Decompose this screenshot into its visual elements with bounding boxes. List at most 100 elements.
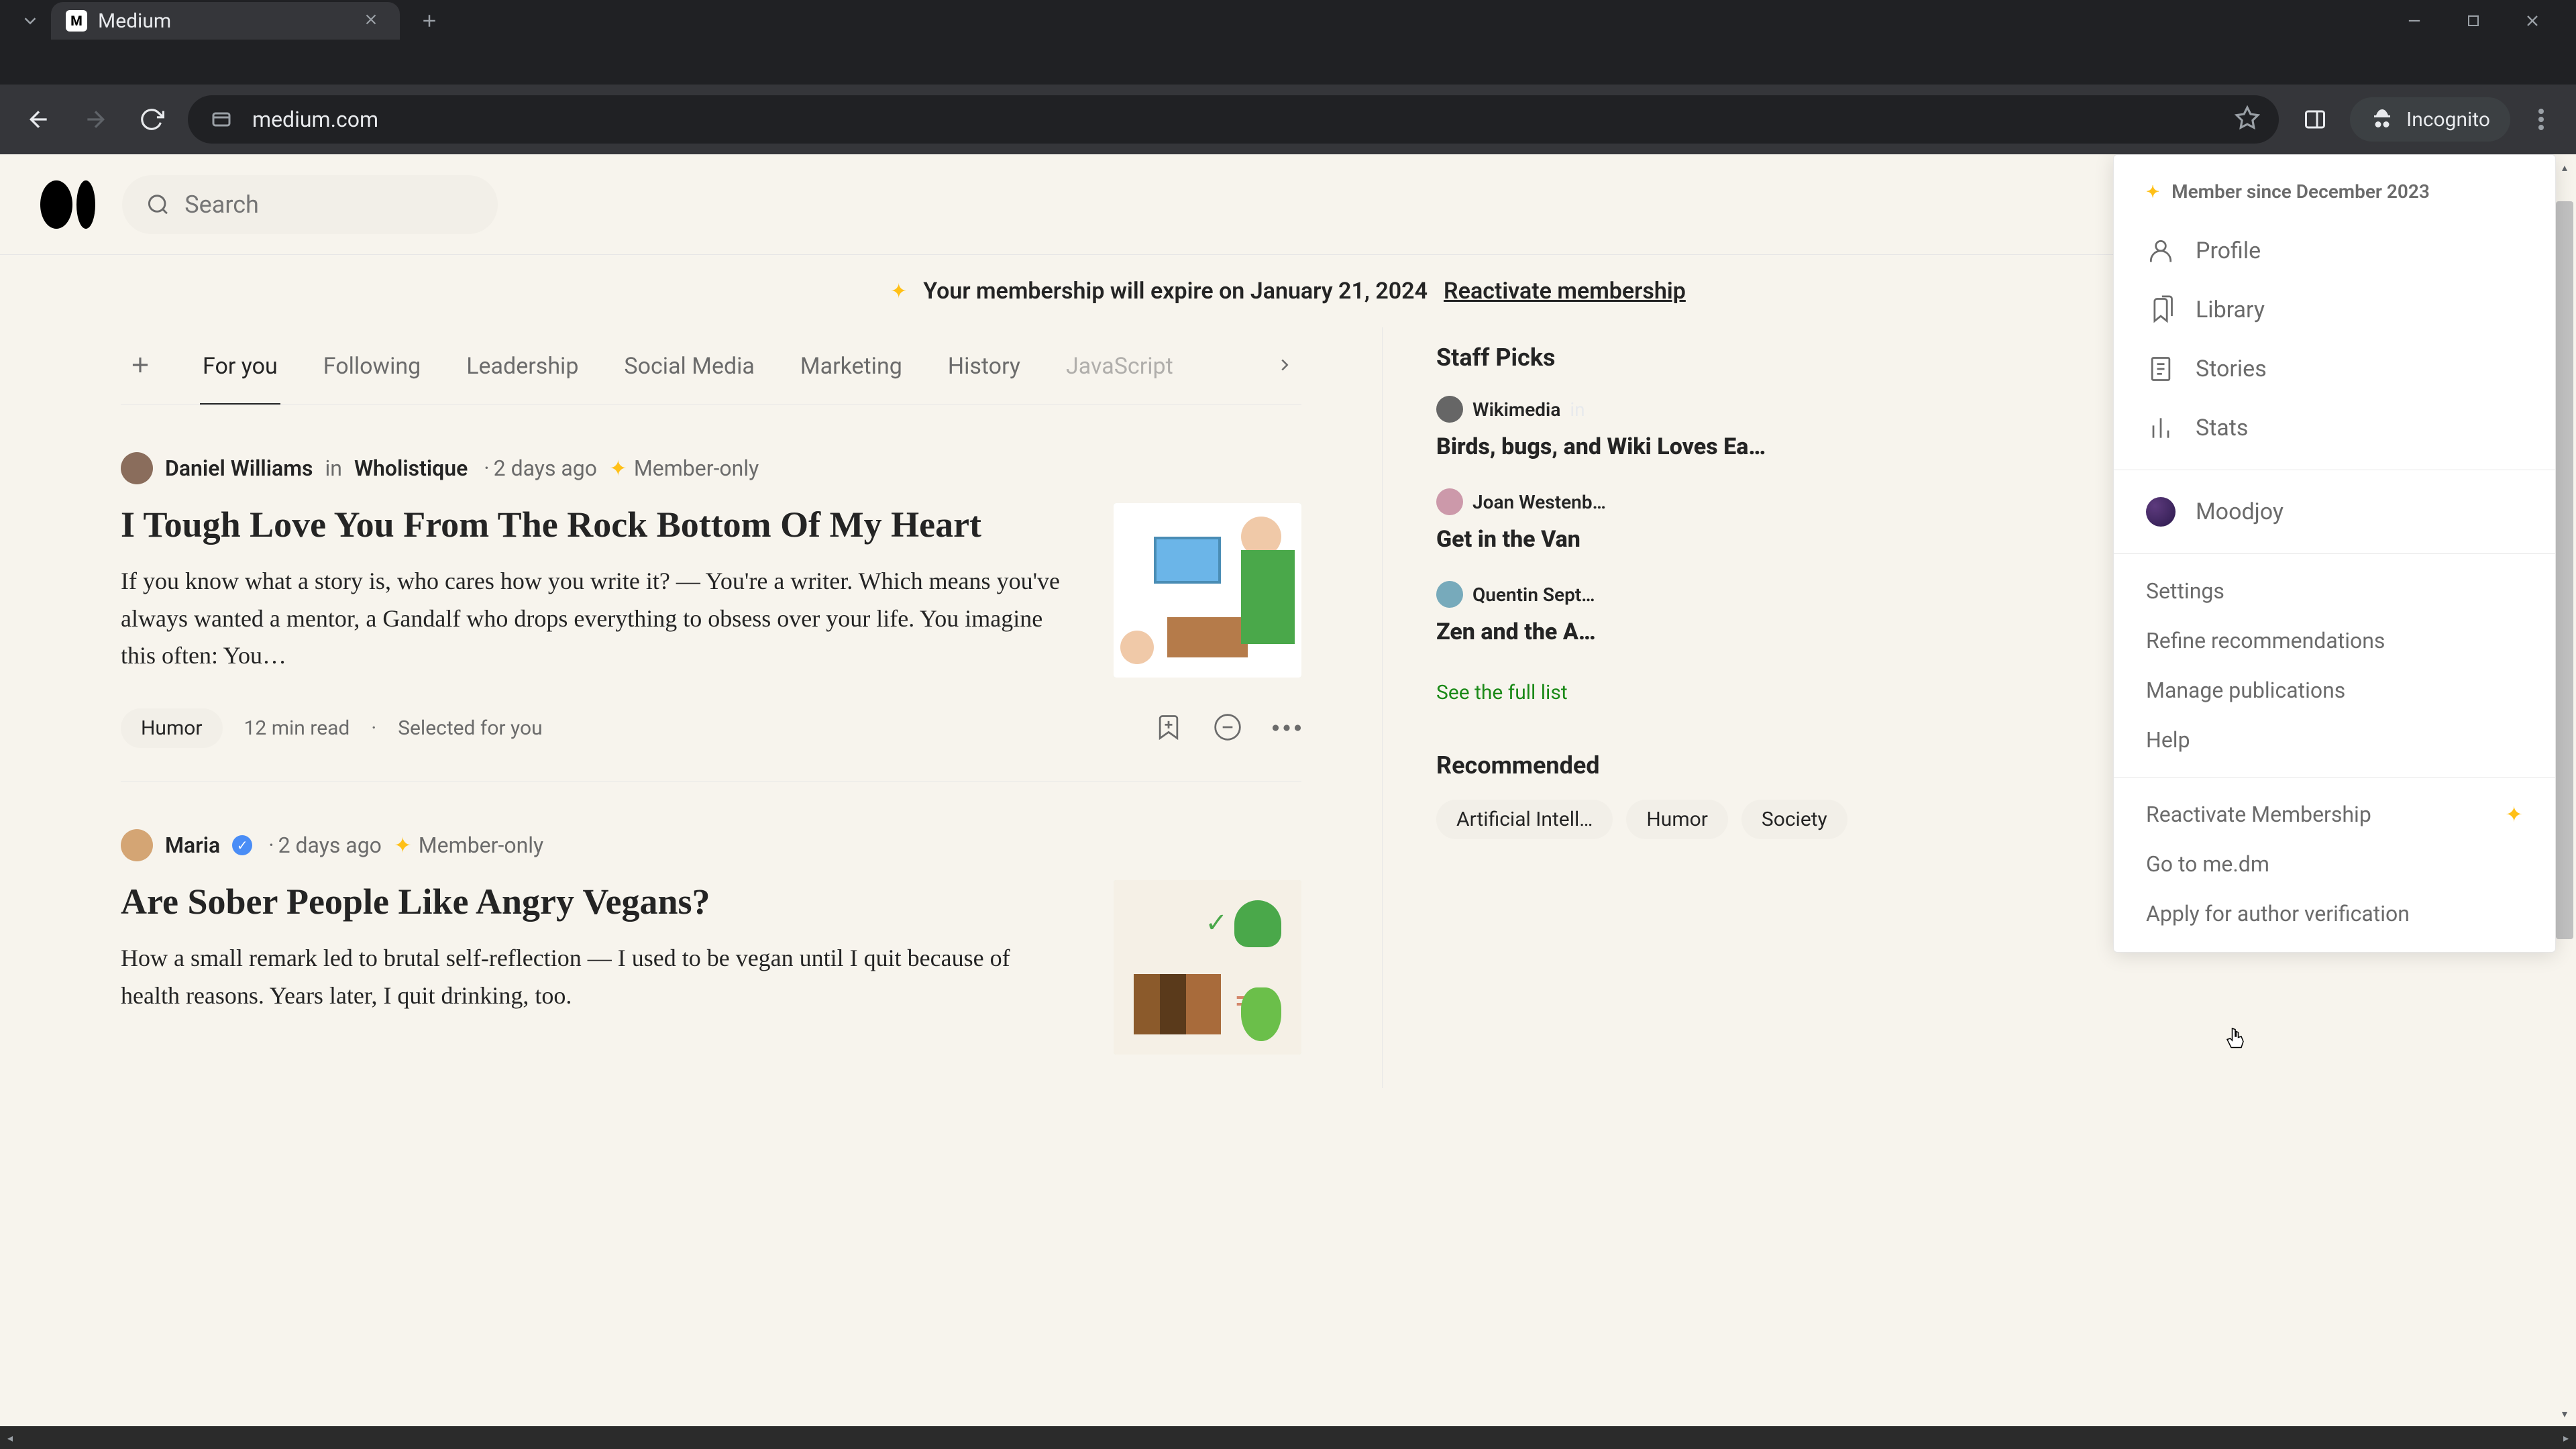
browser-menu-button[interactable] [2525,103,2557,136]
author-avatar[interactable] [121,829,153,861]
topic-chip[interactable]: Humor [1626,800,1728,839]
side-panel-icon[interactable] [2295,99,2335,140]
member-only-label: Member-only [634,455,759,481]
bookmark-star-icon[interactable] [2235,105,2260,133]
menu-label: Go to me.dm [2146,851,2269,877]
feed-tab-javascript[interactable]: JavaScript [1063,329,1176,404]
staff-title-link[interactable]: Birds, bugs, and Wiki Loves Ea… [1436,432,1851,462]
back-button[interactable] [19,99,59,140]
topic-chip[interactable]: Artificial Intell… [1436,800,1613,839]
window-maximize-button[interactable] [2450,4,2497,38]
article-meta: Maria ✓ 2 days ago ✦Member-only [121,829,1301,861]
time-ago: 2 days ago [480,455,597,481]
menu-label: Refine recommendations [2146,628,2385,653]
incognito-chip[interactable]: Incognito [2350,97,2510,142]
article-excerpt: If you know what a story is, who cares h… [121,563,1073,675]
read-time: 12 min read [244,716,350,740]
menu-go-to-medm[interactable]: Go to me.dm [2114,839,2555,889]
medium-logo[interactable] [40,180,95,229]
article-excerpt: How a small remark led to brutal self-re… [121,940,1073,1015]
menu-workspace[interactable]: Moodjoy [2114,482,2555,541]
article-title-link[interactable]: I Tough Love You From The Rock Bottom Of… [121,503,1073,547]
show-less-button[interactable] [1213,712,1242,745]
scroll-up-arrow[interactable]: ▴ [2553,157,2576,177]
browser-tab-active[interactable]: M Medium [51,2,400,40]
topic-chip[interactable]: Society [1741,800,1847,839]
reactivate-membership-link[interactable]: Reactivate membership [1444,278,1686,305]
menu-manage-publications[interactable]: Manage publications [2114,665,2555,715]
search-input[interactable] [184,191,474,219]
browser-chrome: M Medium [0,0,2576,85]
vertical-scrollbar[interactable]: ▴ ▾ [2553,154,2576,1426]
menu-library[interactable]: Library [2114,280,2555,339]
dot-sep: · [371,716,376,740]
forward-button[interactable] [75,99,115,140]
more-options-button[interactable] [1272,722,1301,735]
category-chip[interactable]: Humor [121,708,223,748]
scroll-down-arrow[interactable]: ▾ [2553,1403,2576,1424]
scroll-right-arrow[interactable]: ▸ [2556,1432,2576,1444]
feed-tab-social-media[interactable]: Social Media [621,329,757,404]
feed-tab-history[interactable]: History [945,329,1023,404]
tab-close-button[interactable] [362,11,380,31]
staff-author[interactable]: Wikimedia [1472,398,1560,421]
search-field[interactable] [122,175,498,234]
menu-stories[interactable]: Stories [2114,339,2555,398]
horizontal-scrollbar[interactable]: ◂ ▸ [0,1426,2576,1449]
menu-help[interactable]: Help [2114,715,2555,765]
menu-settings[interactable]: Settings [2114,566,2555,616]
author-link[interactable]: Daniel Williams [165,455,313,481]
add-topic-button[interactable] [121,352,160,380]
tabs-scroll-right[interactable] [1275,355,1301,378]
window-close-button[interactable] [2509,4,2556,38]
in-label: in [1570,398,1585,421]
staff-title-link[interactable]: Get in the Van [1436,525,1851,554]
incognito-icon [2370,107,2394,131]
staff-avatar[interactable] [1436,581,1463,608]
feed-tab-for-you[interactable]: For you [200,329,280,404]
feed-tab-following[interactable]: Following [321,329,423,404]
author-link[interactable]: Maria [165,833,220,858]
tab-search-dropdown[interactable] [13,4,47,38]
staff-pick-item: Joan Westenb… Get in the Van [1436,488,1851,554]
menu-label: Moodjoy [2196,498,2284,525]
article-thumbnail[interactable] [1114,503,1301,678]
menu-reactivate-membership[interactable]: Reactivate Membership✦ [2114,790,2555,839]
window-minimize-button[interactable] [2391,4,2438,38]
publication-link[interactable]: Wholistique [354,455,468,481]
staff-title-link[interactable]: Zen and the A… [1436,617,1851,647]
feed-tab-leadership[interactable]: Leadership [464,329,581,404]
article-body: Are Sober People Like Angry Vegans? How … [121,880,1301,1055]
site-info-icon[interactable] [207,105,236,134]
reload-button[interactable] [131,99,172,140]
scrollbar-thumb[interactable] [2556,201,2573,939]
address-bar[interactable]: medium.com [188,95,2279,144]
save-button[interactable] [1154,712,1183,745]
article-thumbnail[interactable]: ✓= [1114,880,1301,1055]
tab-favicon: M [66,10,87,32]
menu-label: Help [2146,727,2190,753]
new-tab-button[interactable] [416,7,443,34]
staff-avatar[interactable] [1436,396,1463,423]
staff-author[interactable]: Quentin Sept… [1472,584,1595,606]
browser-toolbar: medium.com Incognito [0,85,2576,154]
member-since-row: ✦ Member since December 2023 [2114,174,2555,221]
star-icon: ✦ [609,455,627,481]
tab-strip: M Medium [0,0,2576,42]
menu-apply-verification[interactable]: Apply for author verification [2114,889,2555,938]
see-full-list-link[interactable]: See the full list [1436,681,1568,704]
feed-tab-marketing[interactable]: Marketing [798,329,905,404]
selected-for-you-label: Selected for you [398,716,542,740]
star-icon: ✦ [2505,802,2523,827]
scroll-left-arrow[interactable]: ◂ [0,1432,20,1444]
menu-stats[interactable]: Stats [2114,398,2555,458]
menu-profile[interactable]: Profile [2114,221,2555,280]
menu-refine-recommendations[interactable]: Refine recommendations [2114,616,2555,665]
article-title-link[interactable]: Are Sober People Like Angry Vegans? [121,880,1073,924]
staff-avatar[interactable] [1436,488,1463,515]
author-avatar[interactable] [121,452,153,484]
staff-pick-item: Wikimedia in Birds, bugs, and Wiki Loves … [1436,396,1851,462]
search-icon [146,191,170,218]
stats-icon [2146,413,2176,443]
staff-author[interactable]: Joan Westenb… [1472,491,1606,513]
